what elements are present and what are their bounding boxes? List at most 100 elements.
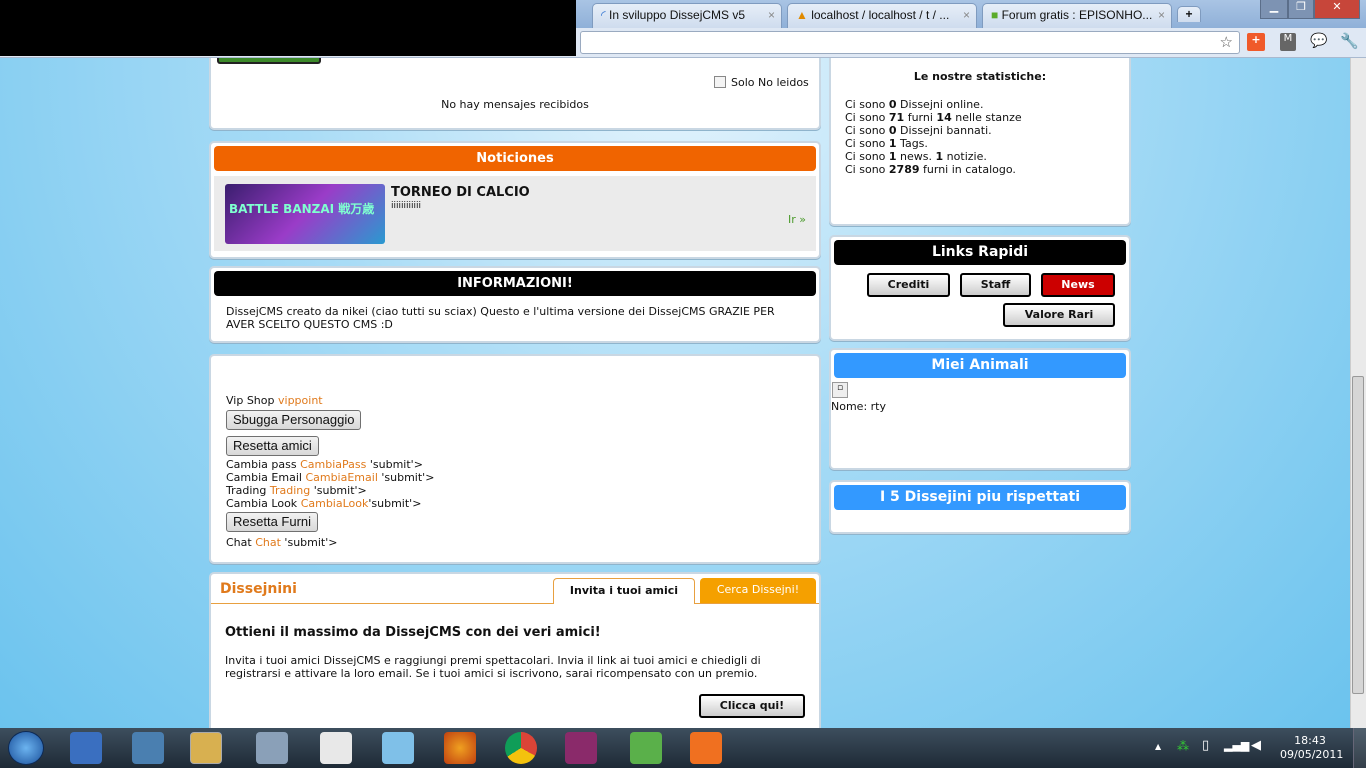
cambialook-link[interactable]: CambiaLook — [301, 497, 369, 510]
stats-title: Le nostre statistiche: — [913, 70, 1047, 83]
info-header: INFORMAZIONI! — [214, 271, 816, 296]
stat-row: Ci sono 2789 furni in catalogo. — [845, 163, 1016, 176]
app-icon[interactable] — [382, 732, 414, 764]
vip-box: Vip Shop vippoint Sbugga Personaggio Res… — [209, 354, 821, 564]
stat-row: Ci sono 0 Dissejni bannati. — [845, 124, 992, 137]
info-box: INFORMAZIONI! DissejCMS creato da nikei … — [209, 266, 821, 343]
pets-box: Miei Animali ▫ Nome: rty — [829, 348, 1131, 470]
tab-dissejcms[interactable]: ◜ In sviluppo DissejCMS v5 × — [592, 3, 782, 28]
xampp-icon[interactable] — [690, 732, 722, 764]
close-tab-icon[interactable]: × — [1158, 8, 1165, 22]
pma-icon: ▲ — [796, 8, 812, 22]
crediti-button[interactable]: Crediti — [867, 273, 950, 297]
friends-text: Invita i tuoi amici DissejCMS e raggiung… — [225, 654, 761, 680]
green-button[interactable] — [217, 58, 321, 64]
messenger-icon[interactable] — [630, 732, 662, 764]
close-tab-icon[interactable]: × — [963, 8, 970, 22]
news-button[interactable]: News — [1041, 273, 1115, 297]
start-button[interactable] — [8, 731, 44, 765]
new-tab-button[interactable]: + — [1177, 6, 1201, 22]
loading-icon: ◜ — [601, 8, 609, 22]
news-go-link[interactable]: Ir » — [788, 213, 806, 226]
friends-box: Dissejnini Invita i tuoi amici Cerca Dis… — [209, 572, 821, 728]
filter-label: Solo No leidos — [731, 76, 809, 89]
control-panel-icon[interactable] — [256, 732, 288, 764]
show-desktop-button[interactable] — [1353, 728, 1366, 768]
clock[interactable]: 18:43 09/05/2011 — [1280, 734, 1343, 762]
friends-heading: Ottieni il massimo da DissejCMS con dei … — [225, 625, 601, 640]
stats-list: Ci sono 0 Dissejni online. Ci sono 71 fu… — [845, 98, 1022, 176]
chat-row: Chat Chat 'submit'> — [226, 536, 338, 549]
valore-rari-button[interactable]: Valore Rari — [1003, 303, 1115, 327]
stat-row: Ci sono 0 Dissejni online. — [845, 98, 984, 111]
friends-title: Dissejnini — [220, 581, 297, 597]
signal-icon[interactable]: ▂▄▆ — [1224, 739, 1249, 752]
cambia-look-row: Cambia Look CambiaLook'submit'> — [226, 497, 422, 510]
solo-no-leidos-checkbox[interactable] — [714, 76, 726, 88]
redacted-area — [0, 0, 576, 56]
taskbar: ▲ ⁂ ▯ ▂▄▆ ◀ 18:43 09/05/2011 — [0, 728, 1366, 768]
address-bar[interactable]: ☆ — [580, 31, 1240, 54]
broken-image-icon: ▫ — [832, 382, 848, 398]
cambiapass-link[interactable]: CambiaPass — [300, 458, 366, 471]
cambia-email-row: Cambia Email CambiaEmail 'submit'> — [226, 471, 435, 484]
speech-bubble-icon: ■ — [991, 8, 1002, 22]
links-box: Links Rapidi Crediti Staff News Valore R… — [829, 235, 1131, 341]
empty-messages: No hay mensajes recibidos — [441, 98, 589, 111]
stat-row: Ci sono 71 furni 14 nelle stanze — [845, 111, 1022, 124]
scrollbar-thumb[interactable] — [1352, 376, 1364, 694]
maximize-button[interactable]: ❐ — [1288, 0, 1314, 19]
addon-plus-icon[interactable]: + — [1247, 33, 1265, 51]
pets-header: Miei Animali — [834, 353, 1126, 378]
news-item-text: iiiiiiiiiiii — [391, 201, 422, 211]
stat-row: Ci sono 1 Tags. — [845, 137, 928, 150]
chat-link[interactable]: Chat — [255, 536, 281, 549]
stat-row: Ci sono 1 news. 1 notizie. — [845, 150, 987, 163]
tab-phpmyadmin[interactable]: ▲ localhost / localhost / t / ... × — [787, 3, 977, 28]
shield-m-icon[interactable]: M — [1280, 33, 1296, 51]
links-header: Links Rapidi — [834, 240, 1126, 265]
chrome-icon[interactable] — [505, 732, 537, 764]
close-window-button[interactable]: ✕ — [1314, 0, 1360, 19]
close-tab-icon[interactable]: × — [768, 8, 775, 22]
news-item: BATTLE BANZAI 戦万歳 TORNEO DI CALCIO iiiii… — [214, 176, 816, 251]
show-hidden-icons[interactable]: ▲ — [1155, 742, 1161, 751]
news-header: Noticiones — [214, 146, 816, 171]
info-text: DissejCMS creato da nikei (ciao tutti su… — [226, 305, 775, 331]
document-icon[interactable] — [320, 732, 352, 764]
explorer-icon[interactable] — [190, 732, 222, 764]
tab-forum[interactable]: ■ Forum gratis : EPISONHO... × — [982, 3, 1172, 28]
winrar-icon[interactable] — [565, 732, 597, 764]
vippoint-link[interactable]: vippoint — [278, 394, 323, 407]
clicca-qui-button[interactable]: Clicca qui! — [699, 694, 805, 718]
messages-box: Solo No leidos No hay mensajes recibidos — [209, 58, 821, 130]
cambia-pass-row: Cambia pass CambiaPass 'submit'> — [226, 458, 423, 471]
tab-invita-amici[interactable]: Invita i tuoi amici — [553, 578, 695, 604]
top5-box: I 5 Dissejini piu rispettati — [829, 480, 1131, 534]
chat-icon[interactable]: 💬 — [1310, 33, 1327, 49]
vip-shop-label: Vip Shop — [226, 394, 275, 407]
trading-row: Trading Trading 'submit'> — [226, 484, 367, 497]
star-icon[interactable]: ☆ — [1220, 33, 1233, 51]
minimize-button[interactable]: ▁ — [1260, 0, 1288, 19]
pet-name: Nome: rty — [831, 400, 886, 413]
photo-app-icon[interactable] — [132, 732, 164, 764]
network-icon[interactable]: ⁂ — [1177, 739, 1189, 753]
cambiaemail-link[interactable]: CambiaEmail — [305, 471, 377, 484]
power-icon[interactable]: ▯ — [1202, 738, 1209, 753]
resetta-amici-button[interactable]: Resetta amici — [226, 436, 319, 456]
news-item-title[interactable]: TORNEO DI CALCIO — [391, 185, 530, 200]
sbugga-personaggio-button[interactable]: Sbugga Personaggio — [226, 410, 362, 430]
media-player-icon[interactable] — [70, 732, 102, 764]
resetta-furni-button[interactable]: Resetta Furni — [226, 512, 319, 532]
firefox-icon[interactable] — [444, 732, 476, 764]
wrench-icon[interactable]: 🔧 — [1340, 32, 1359, 50]
staff-button[interactable]: Staff — [960, 273, 1031, 297]
news-box: Noticiones BATTLE BANZAI 戦万歳 TORNEO DI C… — [209, 141, 821, 259]
trading-link[interactable]: Trading — [270, 484, 310, 497]
page-viewport: Solo No leidos No hay mensajes recibidos… — [0, 58, 1350, 728]
tab-cerca-dissejni[interactable]: Cerca Dissejni! — [700, 578, 816, 603]
volume-icon[interactable]: ◀ — [1251, 738, 1261, 753]
news-image[interactable]: BATTLE BANZAI 戦万歳 — [225, 184, 385, 244]
top5-header: I 5 Dissejini piu rispettati — [834, 485, 1126, 510]
